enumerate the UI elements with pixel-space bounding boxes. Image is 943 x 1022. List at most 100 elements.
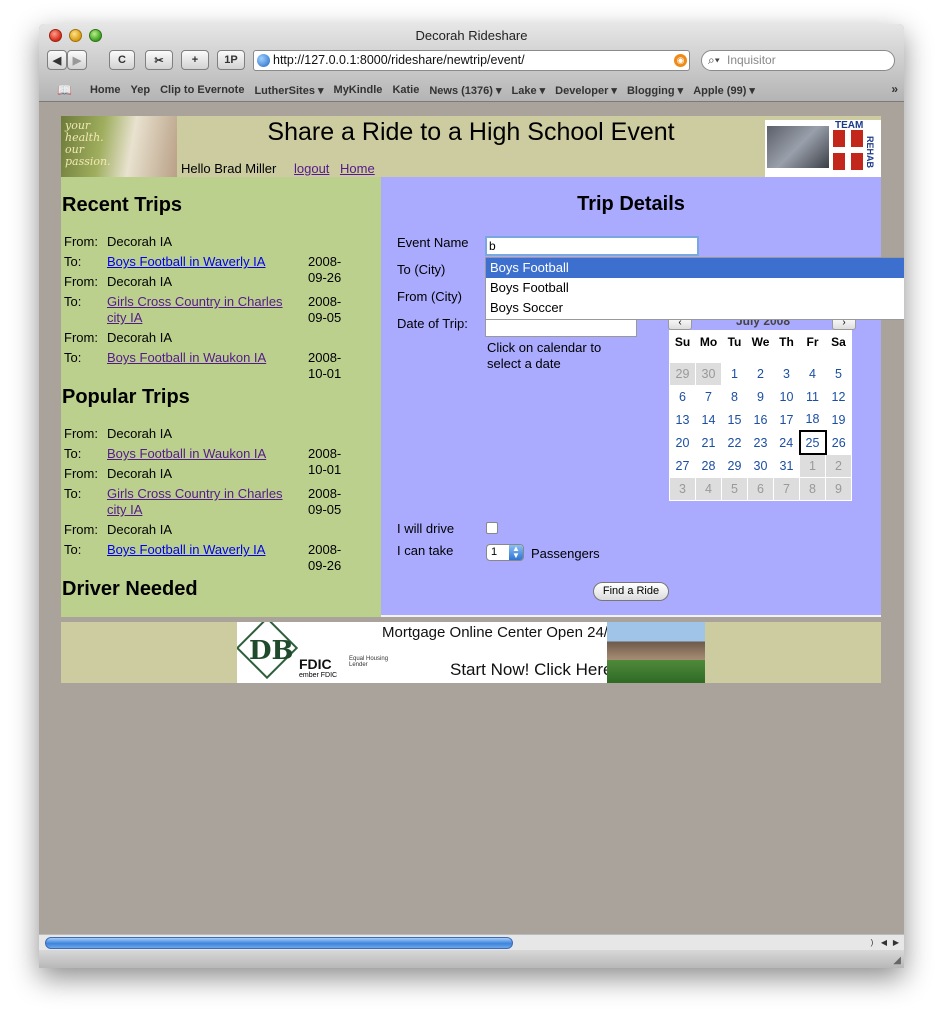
- search-field[interactable]: ⌕▾ Inquisitor: [701, 50, 895, 71]
- resize-grip-icon[interactable]: ◢: [893, 955, 901, 966]
- calendar-day[interactable]: 7: [773, 476, 800, 501]
- trip-link[interactable]: Girls Cross Country in Charles city IA: [107, 294, 292, 326]
- calendar-day[interactable]: 1: [721, 361, 748, 386]
- bookmarks-bar: 📖 Home Yep Clip to Evernote LutherSites …: [39, 79, 904, 101]
- autocomplete-option[interactable]: Boys Football: [486, 258, 904, 278]
- mortgage-ad-banner[interactable]: DB FDIC ember FDIC Equal Housing Lender …: [237, 622, 705, 683]
- passengers-label: Passengers: [531, 546, 600, 561]
- onepassword-button[interactable]: 1P: [217, 50, 245, 70]
- calendar-day[interactable]: 13: [669, 407, 696, 432]
- calendar-day[interactable]: 1: [799, 453, 826, 478]
- calendar-day[interactable]: 28: [695, 453, 722, 478]
- calendar-day[interactable]: 2: [747, 361, 774, 386]
- calendar-day[interactable]: 4: [799, 361, 826, 386]
- calendar-day[interactable]: 21: [695, 430, 722, 455]
- bookmark-item[interactable]: LutherSites ▾: [254, 84, 323, 97]
- bookmark-item[interactable]: MyKindle: [334, 84, 383, 96]
- calendar-day[interactable]: 24: [773, 430, 800, 455]
- snapback-button[interactable]: ✂: [145, 50, 173, 70]
- ad-cta[interactable]: Start Now! Click Here: [450, 660, 612, 680]
- calendar-day[interactable]: 18: [799, 407, 826, 432]
- trip-link[interactable]: Boys Football in Waverly IA: [107, 542, 297, 558]
- bookmark-item[interactable]: Katie: [392, 84, 419, 96]
- bookmark-item[interactable]: Developer ▾: [555, 84, 617, 97]
- calendar-day[interactable]: 16: [747, 407, 774, 432]
- calendar-day[interactable]: 17: [773, 407, 800, 432]
- calendar-day[interactable]: 6: [669, 384, 696, 409]
- calendar-day[interactable]: 3: [773, 361, 800, 386]
- address-bar[interactable]: http://127.0.0.1:8000/rideshare/newtrip/…: [253, 50, 690, 71]
- bookmark-item[interactable]: Lake ▾: [512, 84, 546, 97]
- bookmark-item[interactable]: Yep: [131, 84, 151, 96]
- calendar-day[interactable]: 19: [825, 407, 852, 432]
- calendar-day[interactable]: 11: [799, 384, 826, 409]
- horizontal-scrollbar[interactable]: ) ◀ ▶: [39, 934, 904, 950]
- calendar-day[interactable]: 9: [747, 384, 774, 409]
- fdic-member-text: ember FDIC: [299, 672, 338, 679]
- home-link[interactable]: Home: [340, 161, 375, 176]
- rss-icon[interactable]: ◉: [674, 54, 687, 67]
- calendar-day[interactable]: 2: [825, 453, 852, 478]
- search-icon: ⌕▾: [708, 53, 720, 67]
- autocomplete-option[interactable]: Boys Football: [486, 278, 904, 298]
- calendar-day[interactable]: 3: [669, 476, 696, 501]
- reload-button[interactable]: C: [109, 50, 135, 70]
- calendar-day[interactable]: 7: [695, 384, 722, 409]
- to-label: To:: [64, 542, 82, 557]
- calendar-day[interactable]: 29: [721, 453, 748, 478]
- calendar-day[interactable]: 22: [721, 430, 748, 455]
- event-name-label: Event Name: [397, 235, 469, 250]
- scrollbar-thumb[interactable]: [45, 937, 513, 949]
- calendar-day[interactable]: 27: [669, 453, 696, 478]
- to-label: To:: [64, 446, 82, 461]
- calendar-day[interactable]: 6: [747, 476, 774, 501]
- event-name-input[interactable]: b: [485, 236, 699, 256]
- calendar-day[interactable]: 8: [721, 384, 748, 409]
- calendar-day[interactable]: 9: [825, 476, 852, 501]
- trip-from: Decorah IA: [107, 466, 173, 481]
- calendar-day[interactable]: 23: [747, 430, 774, 455]
- trip-link[interactable]: Boys Football in Waukon IA: [107, 350, 297, 366]
- scroll-left-icon[interactable]: ◀: [878, 936, 890, 949]
- trip-link[interactable]: Boys Football in Waukon IA: [107, 446, 297, 462]
- calendar-day[interactable]: 26: [825, 430, 852, 455]
- logout-link[interactable]: logout: [294, 161, 329, 176]
- trip-from: Decorah IA: [107, 330, 173, 345]
- calendar-day[interactable]: 5: [825, 361, 852, 386]
- calendar-day[interactable]: 4: [695, 476, 722, 501]
- date-input[interactable]: [485, 317, 637, 337]
- calendar-day[interactable]: 15: [721, 407, 748, 432]
- calendar-day[interactable]: 5: [721, 476, 748, 501]
- bookmark-item[interactable]: Apple (99) ▾: [693, 84, 755, 97]
- calendar-day[interactable]: 30: [695, 361, 722, 386]
- calendar-day-today[interactable]: 25: [798, 430, 827, 455]
- to-label: To:: [64, 350, 82, 365]
- back-button[interactable]: ◀: [47, 50, 67, 70]
- calendar-day[interactable]: 31: [773, 453, 800, 478]
- will-drive-checkbox[interactable]: [486, 522, 498, 534]
- browser-toolbar: Decorah Rideshare ◀ ▶ C ✂ + 1P http://12…: [39, 24, 904, 102]
- bookmark-item[interactable]: Blogging ▾: [627, 84, 683, 97]
- bookmark-item[interactable]: Home: [90, 84, 121, 96]
- calendar-day[interactable]: 30: [747, 453, 774, 478]
- calendar-day[interactable]: 8: [799, 476, 826, 501]
- bookmark-item[interactable]: Clip to Evernote: [160, 84, 244, 96]
- calendar-day[interactable]: 10: [773, 384, 800, 409]
- find-ride-button[interactable]: Find a Ride: [593, 582, 669, 601]
- autocomplete-option[interactable]: Boys Soccer: [486, 298, 904, 318]
- scroll-right-icon[interactable]: ▶: [890, 936, 902, 949]
- to-label: To:: [64, 486, 82, 501]
- passenger-count-select[interactable]: 1 ▲ ▼: [486, 544, 524, 561]
- more-bookmarks-icon[interactable]: »: [891, 82, 898, 96]
- forward-button[interactable]: ▶: [67, 50, 87, 70]
- add-bookmark-button[interactable]: +: [181, 50, 209, 70]
- calendar-day[interactable]: 29: [669, 361, 696, 386]
- trip-link[interactable]: Boys Football in Waverly IA: [107, 254, 297, 270]
- calendar-day[interactable]: 14: [695, 407, 722, 432]
- calendar-day[interactable]: 20: [669, 430, 696, 455]
- from-label: From:: [64, 522, 98, 537]
- book-icon[interactable]: 📖: [57, 83, 72, 97]
- calendar-day[interactable]: 12: [825, 384, 852, 409]
- bookmark-item[interactable]: News (1376) ▾: [429, 84, 501, 97]
- trip-link[interactable]: Girls Cross Country in Charles city IA: [107, 486, 292, 518]
